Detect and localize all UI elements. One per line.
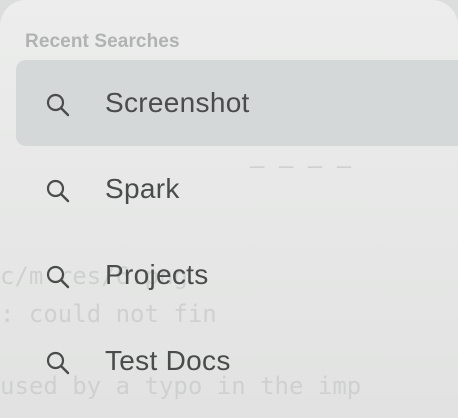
search-icon bbox=[46, 179, 70, 203]
search-icon bbox=[46, 265, 70, 289]
recent-search-label: Test Docs bbox=[105, 345, 231, 376]
recent-search-item[interactable]: Spark bbox=[16, 146, 458, 232]
recent-search-label: Projects bbox=[105, 259, 209, 290]
search-icon bbox=[46, 93, 70, 117]
recent-searches-list: Screenshot Spark Projects Test Docs bbox=[16, 60, 458, 404]
section-title-recent-searches: Recent Searches bbox=[25, 31, 180, 52]
recent-searches-panel: — — — — c/m res/6.png : could not fin us… bbox=[0, 0, 458, 418]
search-icon bbox=[46, 351, 70, 375]
recent-search-item[interactable]: Test Docs bbox=[16, 318, 458, 404]
recent-search-item[interactable]: Screenshot bbox=[16, 60, 458, 146]
recent-search-item[interactable]: Projects bbox=[16, 232, 458, 318]
recent-search-label: Screenshot bbox=[105, 87, 250, 118]
recent-search-label: Spark bbox=[105, 173, 180, 204]
